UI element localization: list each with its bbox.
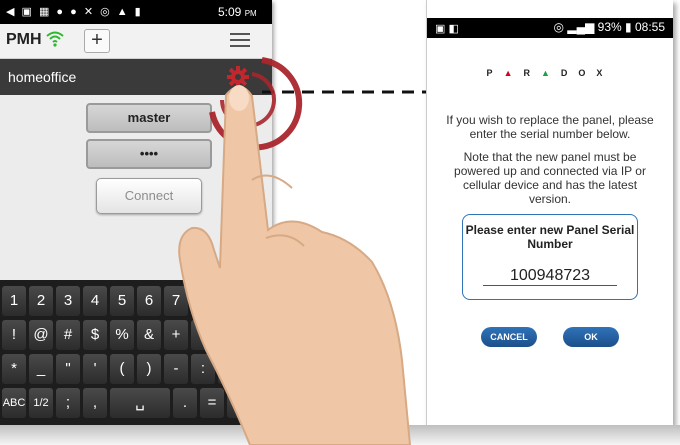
key-1-9[interactable]: / <box>245 320 269 350</box>
key-3-2[interactable]: ; <box>56 388 80 418</box>
key-2-1[interactable]: _ <box>29 354 53 384</box>
app-name: PMH <box>6 31 42 48</box>
key-2-5[interactable]: ) <box>137 354 161 384</box>
key-1-0[interactable]: ! <box>2 320 26 350</box>
key-2-4[interactable]: ( <box>110 354 134 384</box>
key-0-1[interactable]: 2 <box>29 286 53 316</box>
keyboard: 1 2 3 4 5 6 7 8 9 0! @ # $% & + -? / * _ " '() -:; ⌫ ABC 1/2;, ␣.… <box>0 280 272 425</box>
key-3-3[interactable]: , <box>83 388 107 418</box>
site-name: homeoffice <box>8 69 77 85</box>
key-2-6[interactable]: - <box>164 354 188 384</box>
password-field[interactable]: •••• <box>86 139 212 169</box>
serial-dialog: Please enter new Panel Serial Number 100… <box>462 214 638 300</box>
add-site-button[interactable]: + <box>84 29 110 53</box>
key-1-1[interactable]: @ <box>29 320 53 350</box>
menu-icon[interactable] <box>230 33 250 49</box>
logo-letter: D <box>560 68 579 78</box>
status-bar: ◀ ▣ ▦ ● ● ✕ ◎ ▲ ▮ 5:09 PM <box>0 0 272 24</box>
key-1-7[interactable]: - <box>191 320 215 350</box>
cancel-button[interactable]: CANCEL <box>481 327 537 347</box>
key-2-2[interactable]: " <box>56 354 80 384</box>
key-0-7[interactable]: 8 <box>191 286 215 316</box>
replace-panel-text: If you wish to replace the panel, please… <box>446 113 654 141</box>
connect-button[interactable]: Connect <box>96 178 202 214</box>
logo-letter: X <box>596 68 614 78</box>
key-1-6[interactable]: + <box>164 320 188 350</box>
serial-number-input[interactable]: 100948723 <box>483 267 617 286</box>
key-0-0[interactable]: 1 <box>2 286 26 316</box>
key-0-9[interactable]: 0 <box>245 286 269 316</box>
logo-letter: O <box>578 68 597 78</box>
key-3-1[interactable]: 1/2 <box>29 388 53 418</box>
key-2-3[interactable]: ' <box>83 354 107 384</box>
key-0-6[interactable]: 7 <box>164 286 188 316</box>
key-1-8[interactable]: ? <box>218 320 242 350</box>
logo-letter: P <box>486 68 504 78</box>
key-3-5[interactable]: . <box>173 388 197 418</box>
gear-icon[interactable] <box>226 65 250 89</box>
key-1-4[interactable]: % <box>110 320 134 350</box>
left-phone-screen: ◀ ▣ ▦ ● ● ✕ ◎ ▲ ▮ 5:09 PM PMH + homeoffi… <box>0 0 272 425</box>
logo-letter: ▲ <box>503 68 524 78</box>
username-field[interactable]: master <box>86 103 212 133</box>
status-right: ◎ ▂▄▆ 93% ▮ 08:55 <box>553 20 665 34</box>
key-3-7[interactable]: ↵ <box>227 388 259 418</box>
status-time: 5:09 PM <box>218 5 257 19</box>
status-bar: ▣ ◧ ◎ ▂▄▆ 93% ▮ 08:55 <box>427 18 673 38</box>
key-0-4[interactable]: 5 <box>110 286 134 316</box>
key-1-2[interactable]: # <box>56 320 80 350</box>
app-bar: PMH + <box>0 24 272 59</box>
key-0-2[interactable]: 3 <box>56 286 80 316</box>
key-0-3[interactable]: 4 <box>83 286 107 316</box>
floor-shadow <box>0 425 680 445</box>
key-3-4[interactable]: ␣ <box>110 388 170 418</box>
key-2-9[interactable]: ⌫ <box>245 354 269 384</box>
logo-letter: R <box>523 68 541 78</box>
key-0-5[interactable]: 6 <box>137 286 161 316</box>
ok-button[interactable]: OK <box>563 327 619 347</box>
status-icons-left: ▣ ◧ <box>435 23 459 35</box>
key-3-6[interactable]: = <box>200 388 224 418</box>
right-phone-screen: ▣ ◧ ◎ ▂▄▆ 93% ▮ 08:55 P▲R▲DOX If you wis… <box>426 0 673 425</box>
key-2-8[interactable]: ; <box>218 354 242 384</box>
key-2-7[interactable]: : <box>191 354 215 384</box>
paradox-logo: P▲R▲DOX <box>427 68 673 78</box>
logo-letter: ▲ <box>540 68 561 78</box>
requirements-note: Note that the new panel must be powered … <box>454 150 646 206</box>
key-2-0[interactable]: * <box>2 354 26 384</box>
wifi-icon <box>46 31 64 47</box>
key-1-5[interactable]: & <box>137 320 161 350</box>
key-0-8[interactable]: 9 <box>218 286 242 316</box>
key-1-3[interactable]: $ <box>83 320 107 350</box>
serial-title: Please enter new Panel Serial Number <box>465 223 635 251</box>
key-3-0[interactable]: ABC <box>2 388 26 418</box>
status-icons: ◀ ▣ ▦ ● ● ✕ ◎ ▲ ▮ <box>6 6 143 18</box>
